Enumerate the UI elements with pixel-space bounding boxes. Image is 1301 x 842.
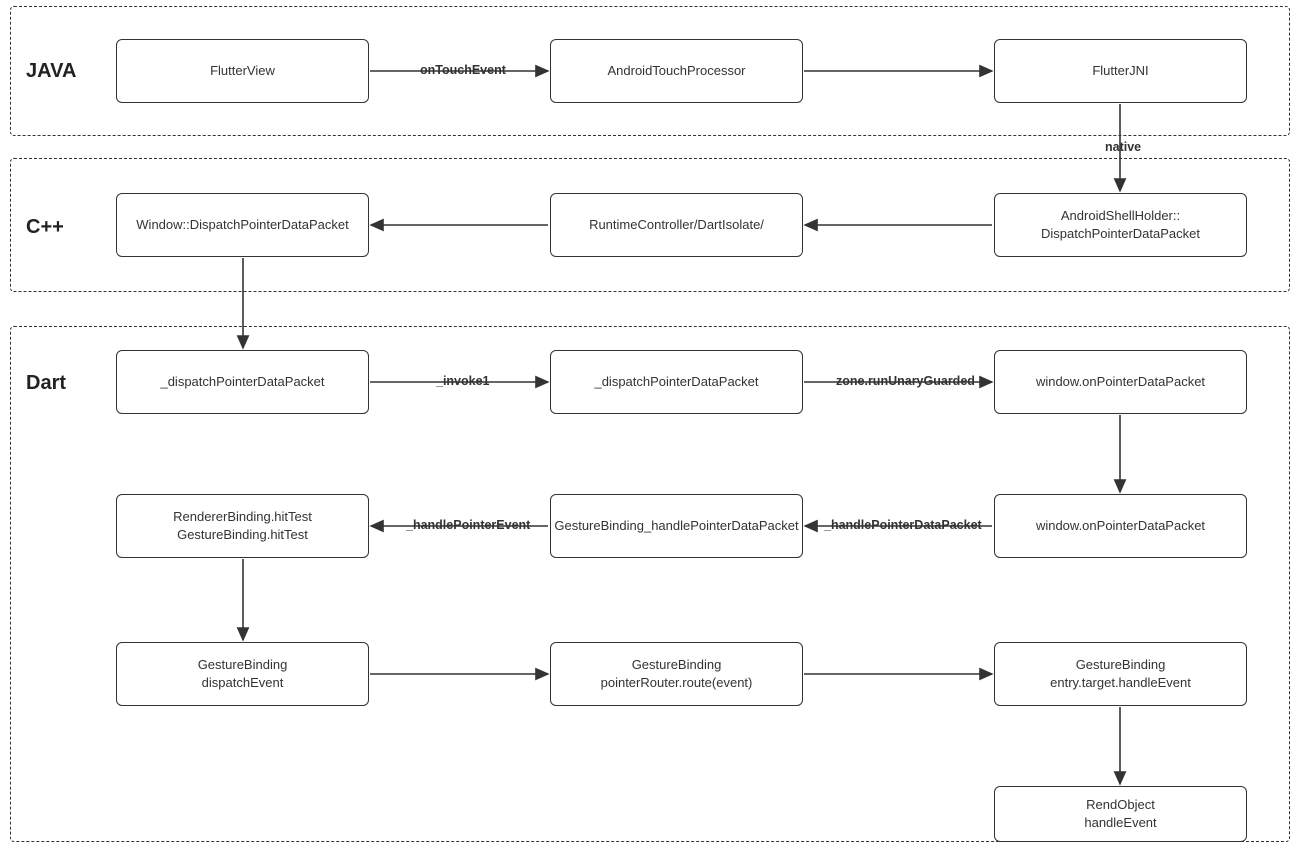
node-label: AndroidShellHolder:: (1061, 207, 1180, 225)
edge-label-ontouchevent: onTouchEvent (418, 63, 508, 77)
node-label: RuntimeController/DartIsolate/ (589, 216, 764, 234)
node-label: entry.target.handleEvent (1050, 674, 1191, 692)
node-gesture-handlepointer: GestureBinding_handlePointerDataPacket (550, 494, 803, 558)
node-window-onpointer-1: window.onPointerDataPacket (994, 350, 1247, 414)
node-label: window.onPointerDataPacket (1036, 373, 1205, 391)
node-androidtouchprocessor: AndroidTouchProcessor (550, 39, 803, 103)
node-label: AndroidTouchProcessor (607, 62, 745, 80)
edge-label-zone: zone.runUnaryGuarded (834, 374, 977, 388)
node-label: pointerRouter.route(event) (601, 674, 753, 692)
node-renderer-hittest: RendererBinding.hitTest GestureBinding.h… (116, 494, 369, 558)
node-runtimecontroller: RuntimeController/DartIsolate/ (550, 193, 803, 257)
node-label: _dispatchPointerDataPacket (160, 373, 324, 391)
node-label: FlutterView (210, 62, 275, 80)
node-flutterview: FlutterView (116, 39, 369, 103)
node-flutterjni: FlutterJNI (994, 39, 1247, 103)
node-label: FlutterJNI (1092, 62, 1148, 80)
node-gesture-dispatchevent: GestureBinding dispatchEvent (116, 642, 369, 706)
section-dart-label: Dart (26, 372, 66, 395)
section-java-label: JAVA (26, 60, 76, 83)
node-label: Window::DispatchPointerDataPacket (136, 216, 348, 234)
node-rendobject-handleevent: RendObject handleEvent (994, 786, 1247, 842)
section-cpp-label: C++ (26, 216, 64, 239)
edge-label-invoke1: _invoke1 (434, 374, 492, 388)
node-label: GestureBinding_handlePointerDataPacket (554, 517, 798, 535)
node-dispatchpointer-1: _dispatchPointerDataPacket (116, 350, 369, 414)
node-label: GestureBinding (1076, 656, 1166, 674)
node-label: _dispatchPointerDataPacket (594, 373, 758, 391)
node-label: GestureBinding (198, 656, 288, 674)
node-window-onpointer-2: window.onPointerDataPacket (994, 494, 1247, 558)
node-label: RendObject (1086, 796, 1155, 814)
node-window-dispatch: Window::DispatchPointerDataPacket (116, 193, 369, 257)
node-label: dispatchEvent (202, 674, 284, 692)
node-label: window.onPointerDataPacket (1036, 517, 1205, 535)
edge-label-handlepointerevent: _handlePointerEvent (404, 518, 532, 532)
node-label: RendererBinding.hitTest (173, 508, 312, 526)
node-gesture-handleevent: GestureBinding entry.target.handleEvent (994, 642, 1247, 706)
edge-label-handlepointerdatapacket: _handlePointerDataPacket (822, 518, 984, 532)
edge-label-native: native (1103, 140, 1143, 154)
node-label: GestureBinding.hitTest (177, 526, 308, 544)
node-androidshellholder: AndroidShellHolder:: DispatchPointerData… (994, 193, 1247, 257)
node-label: handleEvent (1084, 814, 1156, 832)
node-gesture-pointerrouter: GestureBinding pointerRouter.route(event… (550, 642, 803, 706)
node-dispatchpointer-2: _dispatchPointerDataPacket (550, 350, 803, 414)
node-label: GestureBinding (632, 656, 722, 674)
node-label: DispatchPointerDataPacket (1041, 225, 1200, 243)
